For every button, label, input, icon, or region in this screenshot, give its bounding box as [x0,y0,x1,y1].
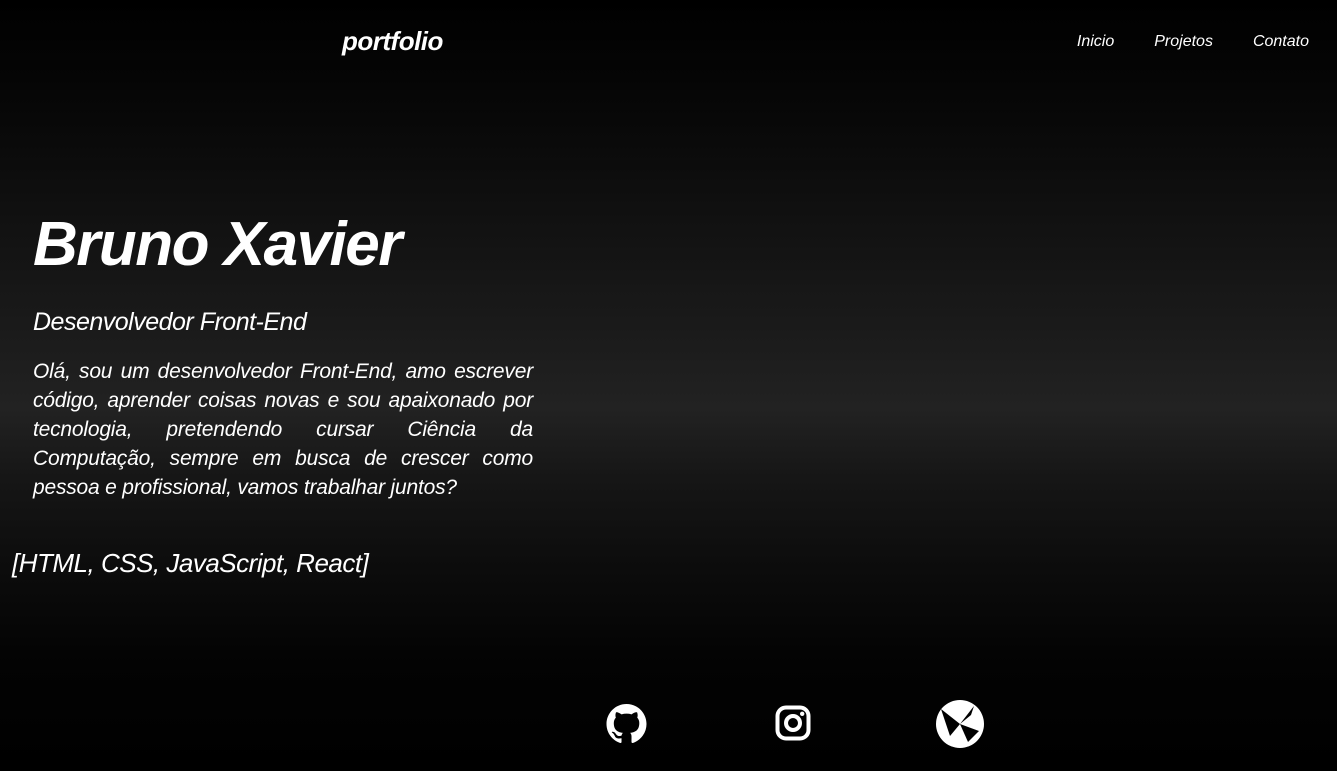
instagram-icon [775,705,811,741]
main-nav: Inicio Projetos Contato [1077,33,1309,51]
skills-list: [HTML, CSS, JavaScript, React] [12,548,369,578]
social-links [0,700,1337,750]
nav-link-contato[interactable]: Contato [1253,33,1309,51]
hero-name: Bruno Xavier [33,210,402,279]
hero-description: Olá, sou um desenvolvedor Front-End, amo… [33,360,533,499]
github-icon [606,704,647,744]
hero-role: Desenvolvedor Front-End [33,308,307,336]
instagram-link[interactable] [775,705,811,741]
site-logo[interactable]: portfolio [342,26,443,57]
portal-icon [936,700,984,748]
hero-section: Bruno Xavier Desenvolvedor Front-End Olá… [33,205,533,502]
github-link[interactable] [606,704,647,744]
nav-link-inicio[interactable]: Inicio [1077,33,1114,51]
nav-link-projetos[interactable]: Projetos [1154,33,1213,51]
portal-link[interactable] [936,700,984,748]
